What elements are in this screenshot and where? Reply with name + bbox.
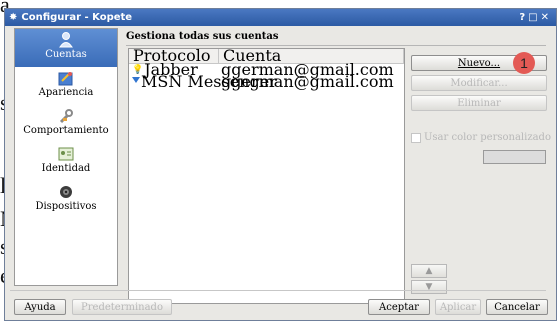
checkbox-box: [411, 132, 421, 143]
sidebar-item-label: Apariencia: [38, 87, 94, 98]
modify-account-button[interactable]: Modificar...: [411, 75, 547, 91]
sidebar-item-comportamiento[interactable]: Comportamiento: [15, 105, 117, 143]
list-item[interactable]: MSN Messenger ggerman@gmail.com: [129, 72, 404, 91]
move-down-button[interactable]: ▼: [411, 280, 447, 294]
modify-account-label: Modificar...: [450, 77, 508, 89]
arrow-up-icon: ▲: [425, 266, 433, 276]
kopete-app-icon: ✸: [9, 12, 18, 23]
speaker-icon: [57, 184, 75, 200]
identity-card-icon: [57, 146, 75, 162]
custom-color-label: Usar color personalizado: [424, 132, 551, 143]
sidebar-item-label: Cuentas: [45, 49, 87, 60]
sidebar-item-dispositivos[interactable]: Dispositivos: [15, 181, 117, 219]
appearance-icon: [57, 70, 75, 86]
color-swatch-button[interactable]: [483, 150, 546, 164]
window-controls[interactable]: ?□✕: [519, 12, 552, 23]
apply-label: Aplicar: [439, 301, 477, 313]
delete-account-label: Eliminar: [457, 97, 501, 109]
title-bar[interactable]: ✸ Configurar - Kopete ?□✕: [5, 9, 556, 26]
sidebar-item-identidad[interactable]: Identidad: [15, 143, 117, 181]
sidebar-item-label: Comportamiento: [23, 125, 109, 136]
step-badge: 1: [513, 52, 535, 74]
sidebar-item-label: Identidad: [41, 163, 91, 174]
default-button[interactable]: Predeterminado: [72, 299, 172, 315]
apply-button[interactable]: Aplicar: [435, 299, 481, 315]
account-name: ggerman@gmail.com: [221, 72, 394, 91]
cancel-label: Cancelar: [494, 301, 540, 313]
msn-icon: [132, 76, 140, 88]
move-up-button[interactable]: ▲: [411, 264, 447, 278]
wrench-icon: [57, 108, 75, 124]
user-icon: [57, 32, 75, 48]
cancel-button[interactable]: Cancelar: [486, 299, 548, 315]
page-title: Gestiona todas sus cuentas: [126, 31, 279, 42]
new-account-label: Nuevo...: [457, 57, 501, 69]
delete-account-button[interactable]: Eliminar: [411, 95, 547, 111]
window-title: Configurar - Kopete: [21, 12, 133, 23]
accept-label: Aceptar: [379, 301, 419, 313]
custom-color-checkbox[interactable]: Usar color personalizado: [411, 132, 551, 143]
help-button[interactable]: Ayuda: [14, 299, 66, 315]
divider: [10, 290, 546, 291]
sidebar-item-cuentas[interactable]: Cuentas: [15, 29, 117, 67]
accept-button[interactable]: Aceptar: [368, 299, 430, 315]
sidebar-item-label: Dispositivos: [35, 201, 97, 212]
category-sidebar: Cuentas Apariencia Comportamiento Identi…: [14, 28, 118, 286]
accounts-list[interactable]: Protocolo Cuenta 💡 Jabber ggerman@gmail.…: [128, 48, 405, 304]
help-label: Ayuda: [24, 301, 56, 313]
default-label: Predeterminado: [81, 301, 163, 313]
sidebar-item-apariencia[interactable]: Apariencia: [15, 67, 117, 105]
